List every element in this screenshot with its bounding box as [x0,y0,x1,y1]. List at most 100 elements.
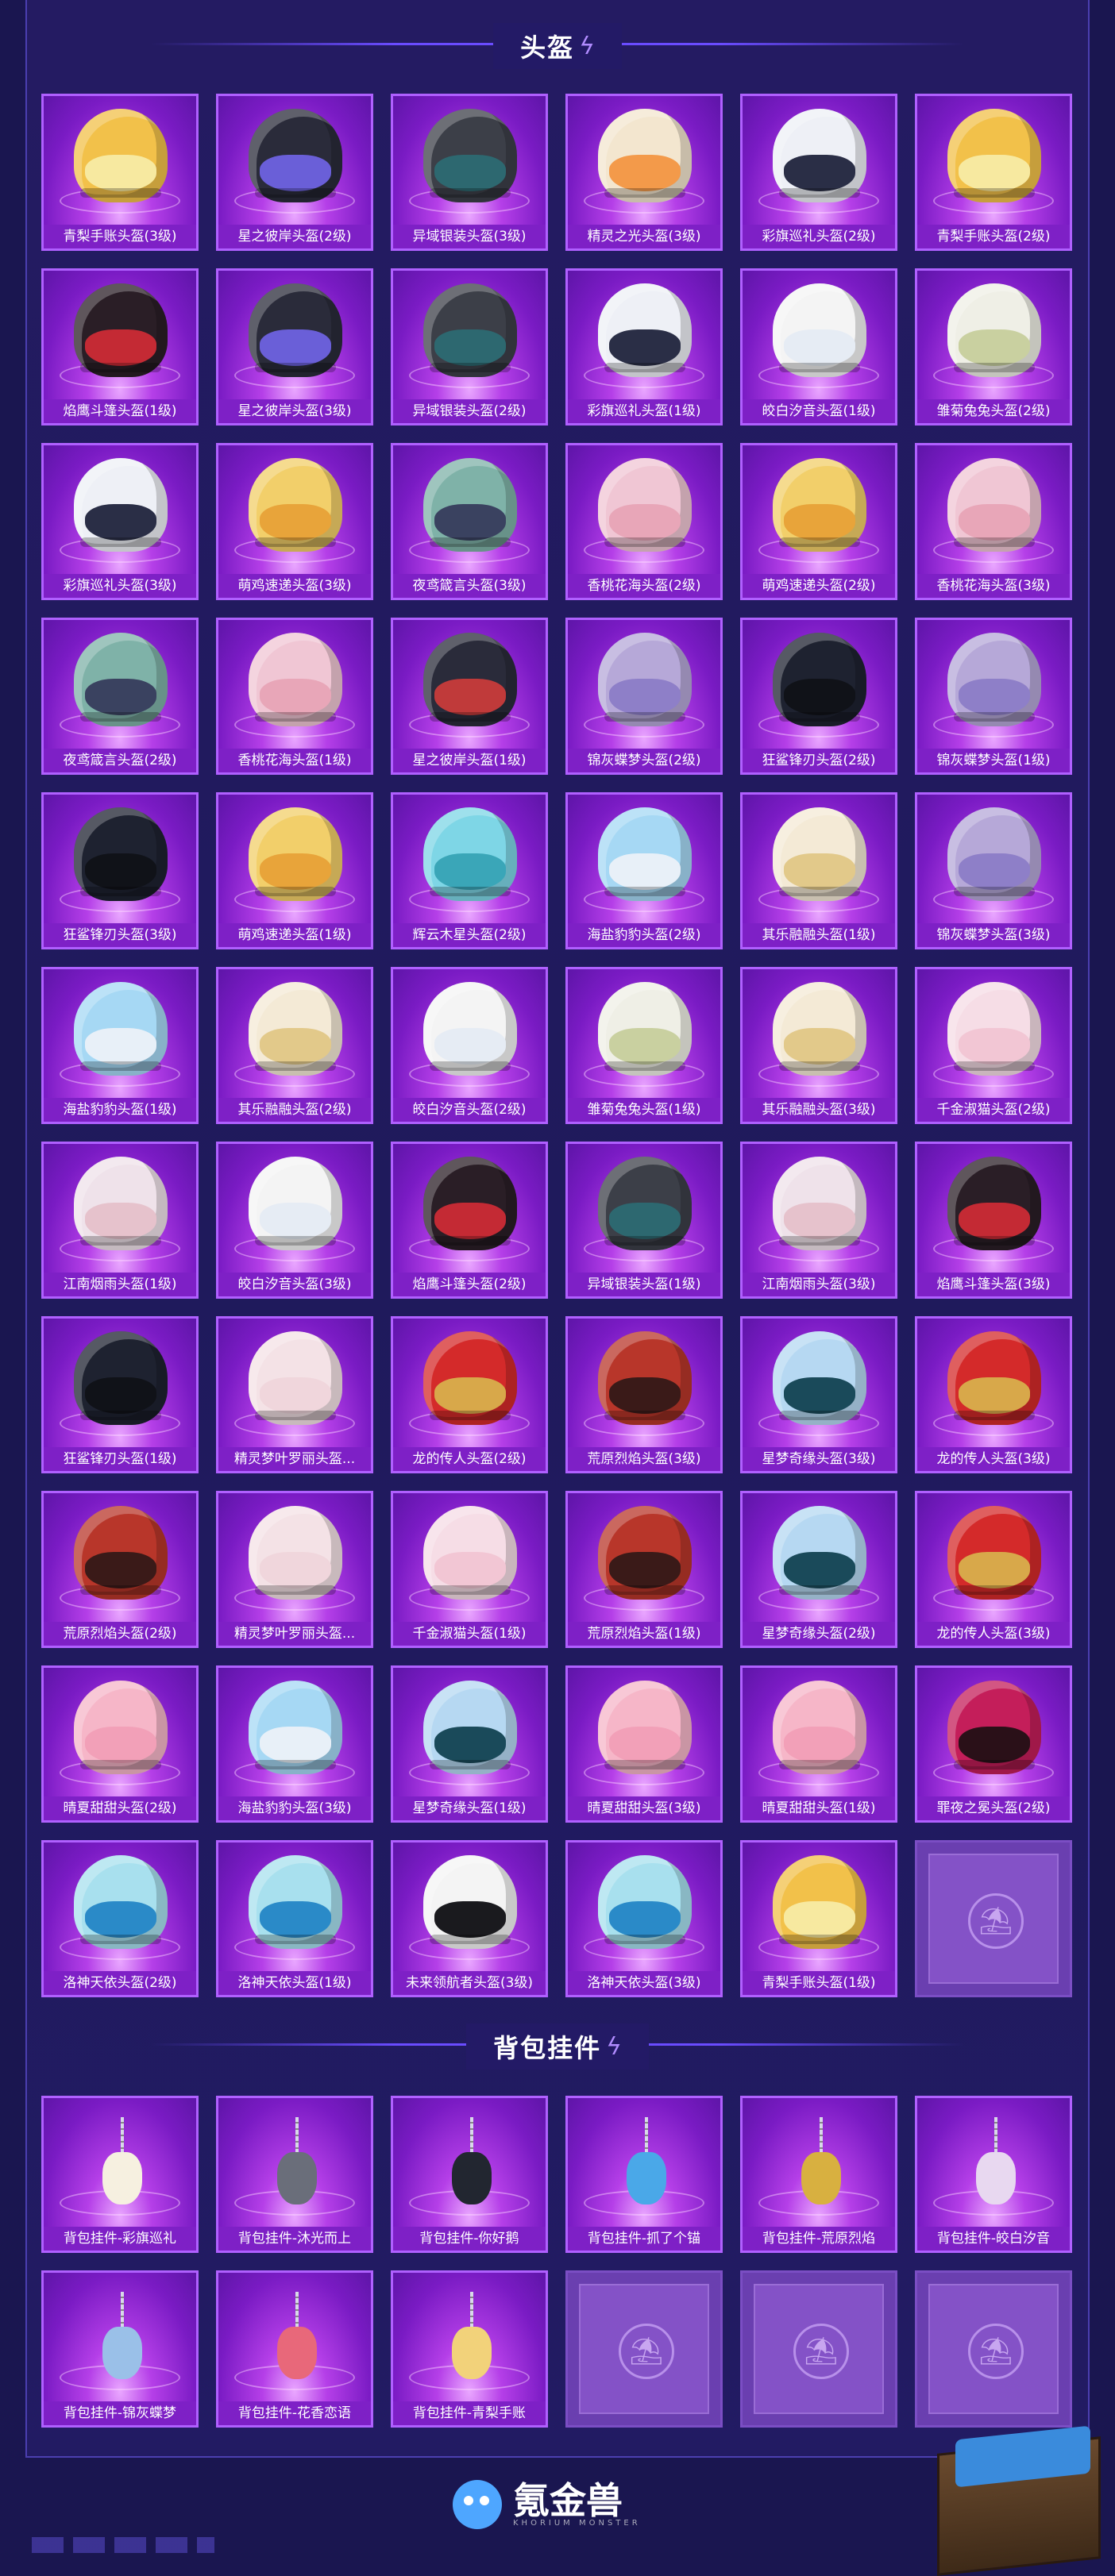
helmet-card[interactable]: 香桃花海头盔(2级) [565,443,723,600]
helmet-card[interactable]: 香桃花海头盔(3级) [915,443,1072,600]
helmet-card[interactable]: 异域银装头盔(3级) [391,94,548,251]
charm-body [627,2152,666,2204]
helmet-card[interactable]: 龙的传人头盔(3级) [915,1316,1072,1473]
helmet-card[interactable]: 洛神天依头盔(1级) [216,1840,373,1997]
helmet-card[interactable]: 洛神天依头盔(3级) [565,1840,723,1997]
helmet-label: 香桃花海头盔(3级) [917,574,1070,598]
helmet-card[interactable]: 皎白汐音头盔(2级) [391,967,548,1124]
charm-icon [101,2292,144,2387]
helmet-label: 焰鹰斗篷头盔(1级) [44,399,196,423]
helmet-band [604,887,685,896]
helmet-card[interactable]: 荒原烈焰头盔(1级) [565,1491,723,1648]
charm-card[interactable]: 背包挂件-锦灰蝶梦 [41,2270,199,2428]
helmet-card[interactable]: 星之彼岸头盔(3级) [216,268,373,425]
helmet-label: 异域银装头盔(3级) [393,225,546,248]
charm-card[interactable]: 背包挂件-荒原烈焰 [740,2096,897,2253]
helmet-icon [74,1157,168,1250]
helmet-card[interactable]: 香桃花海头盔(1级) [216,618,373,775]
helmet-card[interactable]: 夜鸢箴言头盔(3级) [391,443,548,600]
helmet-card[interactable]: 其乐融融头盔(3级) [740,967,897,1124]
helmet-card[interactable]: 精灵梦叶罗丽头盔... [216,1491,373,1648]
helmet-visor [784,1203,855,1239]
helmet-card[interactable]: 萌鸡速递头盔(2级) [740,443,897,600]
charm-card[interactable]: 背包挂件-花香恋语 [216,2270,373,2428]
helmet-band [80,1935,161,1944]
helmet-card[interactable]: 彩旗巡礼头盔(3级) [41,443,199,600]
helmet-band [255,1760,336,1769]
helmet-card[interactable]: 焰鹰斗篷头盔(2级) [391,1142,548,1299]
helmet-card[interactable]: 彩旗巡礼头盔(1级) [565,268,723,425]
helmet-card[interactable]: 星之彼岸头盔(1级) [391,618,548,775]
charm-card[interactable]: 背包挂件-抓了个锚 [565,2096,723,2253]
helmet-card[interactable]: 海盐豹豹头盔(2级) [565,792,723,949]
charm-card[interactable]: 背包挂件-彩旗巡礼 [41,2096,199,2253]
helmet-card[interactable]: 彩旗巡礼头盔(2级) [740,94,897,251]
helmet-card[interactable]: 异域银装头盔(2级) [391,268,548,425]
helmet-card[interactable]: 雏菊兔兔头盔(2级) [915,268,1072,425]
charm-card[interactable]: 背包挂件-皎白汐音 [915,2096,1072,2253]
helmet-visor [784,1727,855,1763]
helmet-card[interactable]: 锦灰蝶梦头盔(2级) [565,618,723,775]
helmet-card[interactable]: 星梦奇缘头盔(2级) [740,1491,897,1648]
helmet-card[interactable]: 江南烟雨头盔(3级) [740,1142,897,1299]
helmet-card[interactable]: 其乐融融头盔(1级) [740,792,897,949]
helmet-card[interactable]: 狂鲨锋刃头盔(1级) [41,1316,199,1473]
charm-card[interactable]: 背包挂件-沐光而上 [216,2096,373,2253]
helmet-card[interactable]: 未来领航者头盔(3级) [391,1840,548,1997]
helmet-card[interactable]: 星之彼岸头盔(2级) [216,94,373,251]
helmet-card[interactable]: 海盐豹豹头盔(1级) [41,967,199,1124]
helmet-visor [85,1203,156,1239]
helmet-band [779,537,860,547]
helmet-label: 龙的传人头盔(3级) [917,1622,1070,1646]
helmet-card[interactable]: 海盐豹豹头盔(3级) [216,1665,373,1823]
helmet-card[interactable]: 其乐融融头盔(2级) [216,967,373,1124]
helmet-card[interactable]: 荒原烈焰头盔(3级) [565,1316,723,1473]
helmet-card[interactable]: 青梨手账头盔(1级) [740,1840,897,1997]
helmet-card[interactable]: 焰鹰斗篷头盔(1级) [41,268,199,425]
helmet-card[interactable]: 千金淑猫头盔(1级) [391,1491,548,1648]
helmet-card[interactable]: 皎白汐音头盔(3级) [216,1142,373,1299]
helmet-label: 彩旗巡礼头盔(1级) [568,399,720,423]
helmet-card[interactable]: 精灵梦叶罗丽头盔... [216,1316,373,1473]
helmet-card[interactable]: 晴夏甜甜头盔(3级) [565,1665,723,1823]
helmet-card[interactable]: 罪夜之冕头盔(2级) [915,1665,1072,1823]
helmet-card[interactable]: 青梨手账头盔(3级) [41,94,199,251]
helmet-visor [959,329,1030,366]
helmet-card[interactable]: 萌鸡速递头盔(1级) [216,792,373,949]
helmet-card[interactable]: 锦灰蝶梦头盔(3级) [915,792,1072,949]
helmet-visor [85,1552,156,1588]
helmet-card[interactable]: 荒原烈焰头盔(2级) [41,1491,199,1648]
helmet-card[interactable]: 狂鲨锋刃头盔(3级) [41,792,199,949]
charm-card[interactable]: 背包挂件-青梨手账 [391,2270,548,2428]
helmet-card[interactable]: 龙的传人头盔(2级) [391,1316,548,1473]
helmet-card[interactable]: 狂鲨锋刃头盔(2级) [740,618,897,775]
helmet-card[interactable]: 精灵之光头盔(3级) [565,94,723,251]
helmet-card[interactable]: 星梦奇缘头盔(3级) [740,1316,897,1473]
helmet-label: 罪夜之冕头盔(2级) [917,1796,1070,1820]
helmet-card[interactable]: 晴夏甜甜头盔(2级) [41,1665,199,1823]
helmet-card[interactable]: 焰鹰斗篷头盔(3级) [915,1142,1072,1299]
helmet-card[interactable]: 青梨手账头盔(2级) [915,94,1072,251]
charm-card[interactable]: 背包挂件-你好鹅 [391,2096,548,2253]
helmet-icon [947,1506,1041,1600]
helmet-card[interactable]: 异域银装头盔(1级) [565,1142,723,1299]
helmet-card[interactable]: 龙的传人头盔(3级) [915,1491,1072,1648]
helmet-card[interactable]: 雏菊兔兔头盔(1级) [565,967,723,1124]
helmet-card[interactable]: 星梦奇缘头盔(1级) [391,1665,548,1823]
helmet-card[interactable]: 晴夏甜甜头盔(1级) [740,1665,897,1823]
helmet-label: 雏菊兔兔头盔(1级) [568,1098,720,1122]
helmet-band [954,1760,1035,1769]
helmet-label: 龙的传人头盔(3级) [917,1447,1070,1471]
helmet-card[interactable]: 洛神天依头盔(2级) [41,1840,199,1997]
helmet-card[interactable]: 辉云木星头盔(2级) [391,792,548,949]
helmet-band [430,887,511,896]
helmet-label: 海盐豹豹头盔(3级) [218,1796,371,1820]
empty-slot: ⛱ [740,2270,897,2428]
helmet-card[interactable]: 千金淑猫头盔(2级) [915,967,1072,1124]
helmet-card[interactable]: 江南烟雨头盔(1级) [41,1142,199,1299]
helmet-card[interactable]: 夜鸢箴言头盔(2级) [41,618,199,775]
helmet-visor [434,155,506,191]
helmet-card[interactable]: 萌鸡速递头盔(3级) [216,443,373,600]
helmet-card[interactable]: 锦灰蝶梦头盔(1级) [915,618,1072,775]
helmet-card[interactable]: 皎白汐音头盔(1级) [740,268,897,425]
